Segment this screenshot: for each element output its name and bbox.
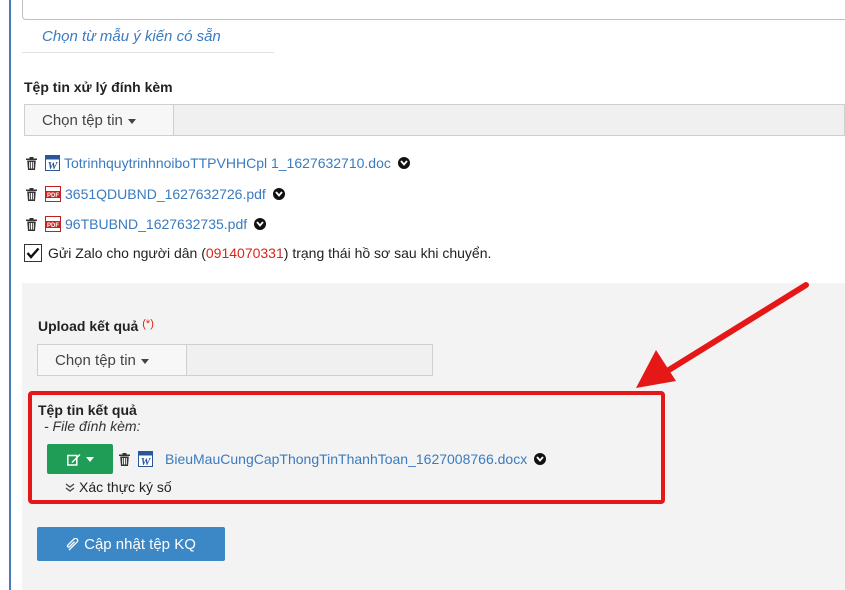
annotation-arrow-icon: [636, 282, 809, 388]
